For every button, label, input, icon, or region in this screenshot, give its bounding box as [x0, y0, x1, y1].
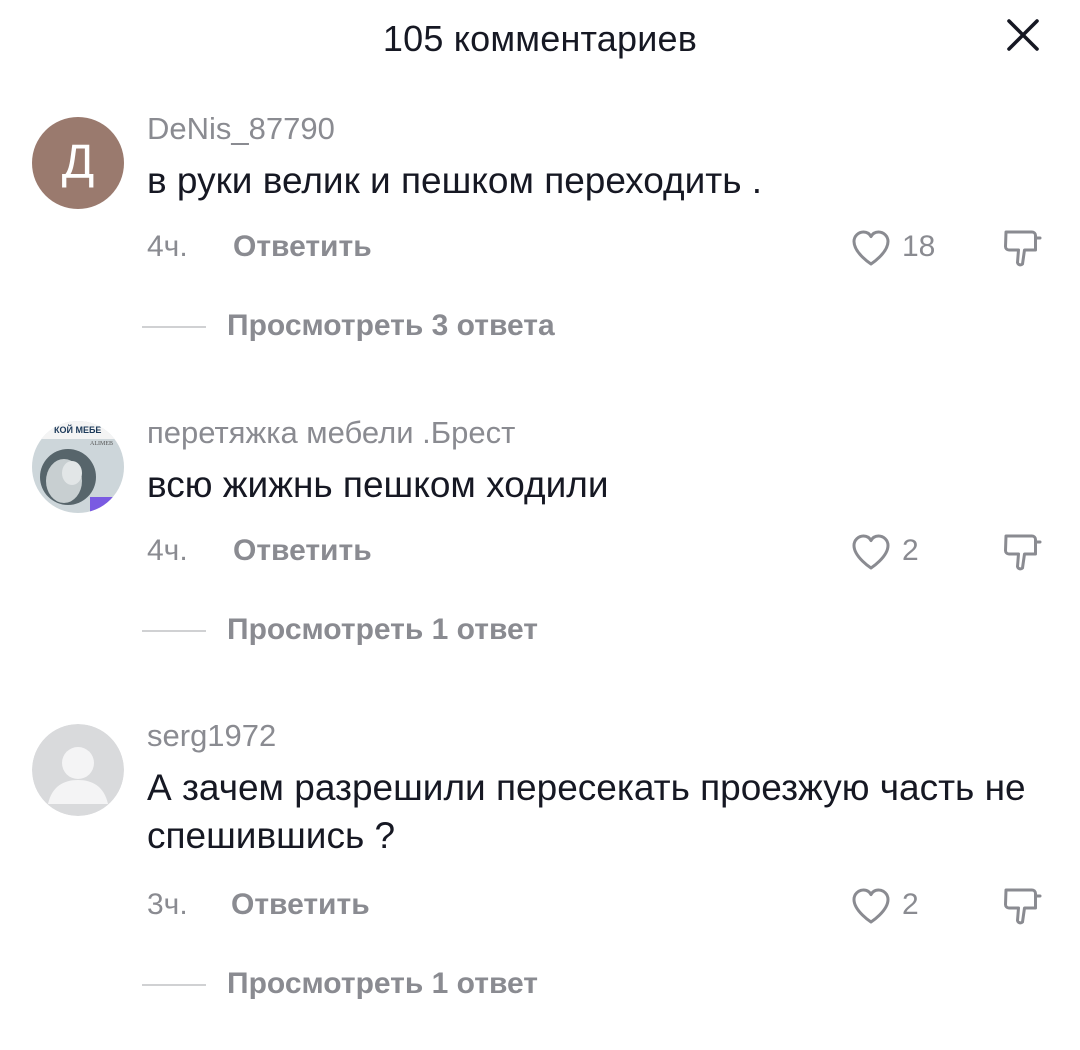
comment-text: в руки велик и пешком переходить . — [147, 160, 763, 201]
avatar[interactable]: Д — [32, 117, 124, 209]
like-count: 18 — [902, 230, 936, 263]
heart-icon[interactable] — [850, 228, 892, 268]
reply-button[interactable]: Ответить — [233, 230, 372, 264]
heart-icon[interactable] — [850, 532, 892, 572]
avatar-text-top: КОЙ МЕБЕ — [54, 424, 101, 435]
heart-icon[interactable] — [850, 886, 892, 926]
replies-divider — [142, 326, 206, 328]
replies-divider — [142, 984, 206, 986]
dislike-icon[interactable] — [1000, 226, 1044, 270]
comment-timestamp: 4ч. — [147, 230, 188, 263]
comment-username[interactable]: перетяжка мебели .Брест — [147, 415, 515, 451]
comments-header: 105 комментариев — [0, 0, 1080, 80]
comment-text: всю жижнь пешком ходили — [147, 464, 609, 505]
avatar[interactable] — [32, 724, 124, 816]
comment-username[interactable]: serg1972 — [147, 718, 276, 754]
dislike-icon[interactable] — [1000, 884, 1044, 928]
comment-username[interactable]: DeNis_87790 — [147, 111, 335, 147]
avatar[interactable]: КОЙ МЕБЕ ALIMEB — [32, 421, 124, 513]
reply-button[interactable]: Ответить — [231, 888, 370, 922]
replies-divider — [142, 630, 206, 632]
reply-button[interactable]: Ответить — [233, 534, 372, 568]
comment-timestamp: 4ч. — [147, 534, 188, 567]
avatar-letter: Д — [61, 136, 95, 189]
view-replies-button[interactable]: Просмотреть 1 ответ — [227, 967, 538, 1001]
dislike-icon[interactable] — [1000, 530, 1044, 574]
comment-timestamp: 3ч. — [147, 888, 188, 921]
comment-text: А зачем разрешили пересекать проезжую ча… — [147, 767, 1026, 856]
view-replies-button[interactable]: Просмотреть 1 ответ — [227, 613, 538, 647]
close-icon[interactable] — [1000, 12, 1046, 58]
comments-count-title: 105 комментариев — [382, 18, 698, 59]
like-count: 2 — [902, 534, 919, 567]
like-count: 2 — [902, 888, 919, 921]
view-replies-button[interactable]: Просмотреть 3 ответа — [227, 309, 555, 343]
avatar-text-mid: ALIMEB — [90, 441, 113, 447]
